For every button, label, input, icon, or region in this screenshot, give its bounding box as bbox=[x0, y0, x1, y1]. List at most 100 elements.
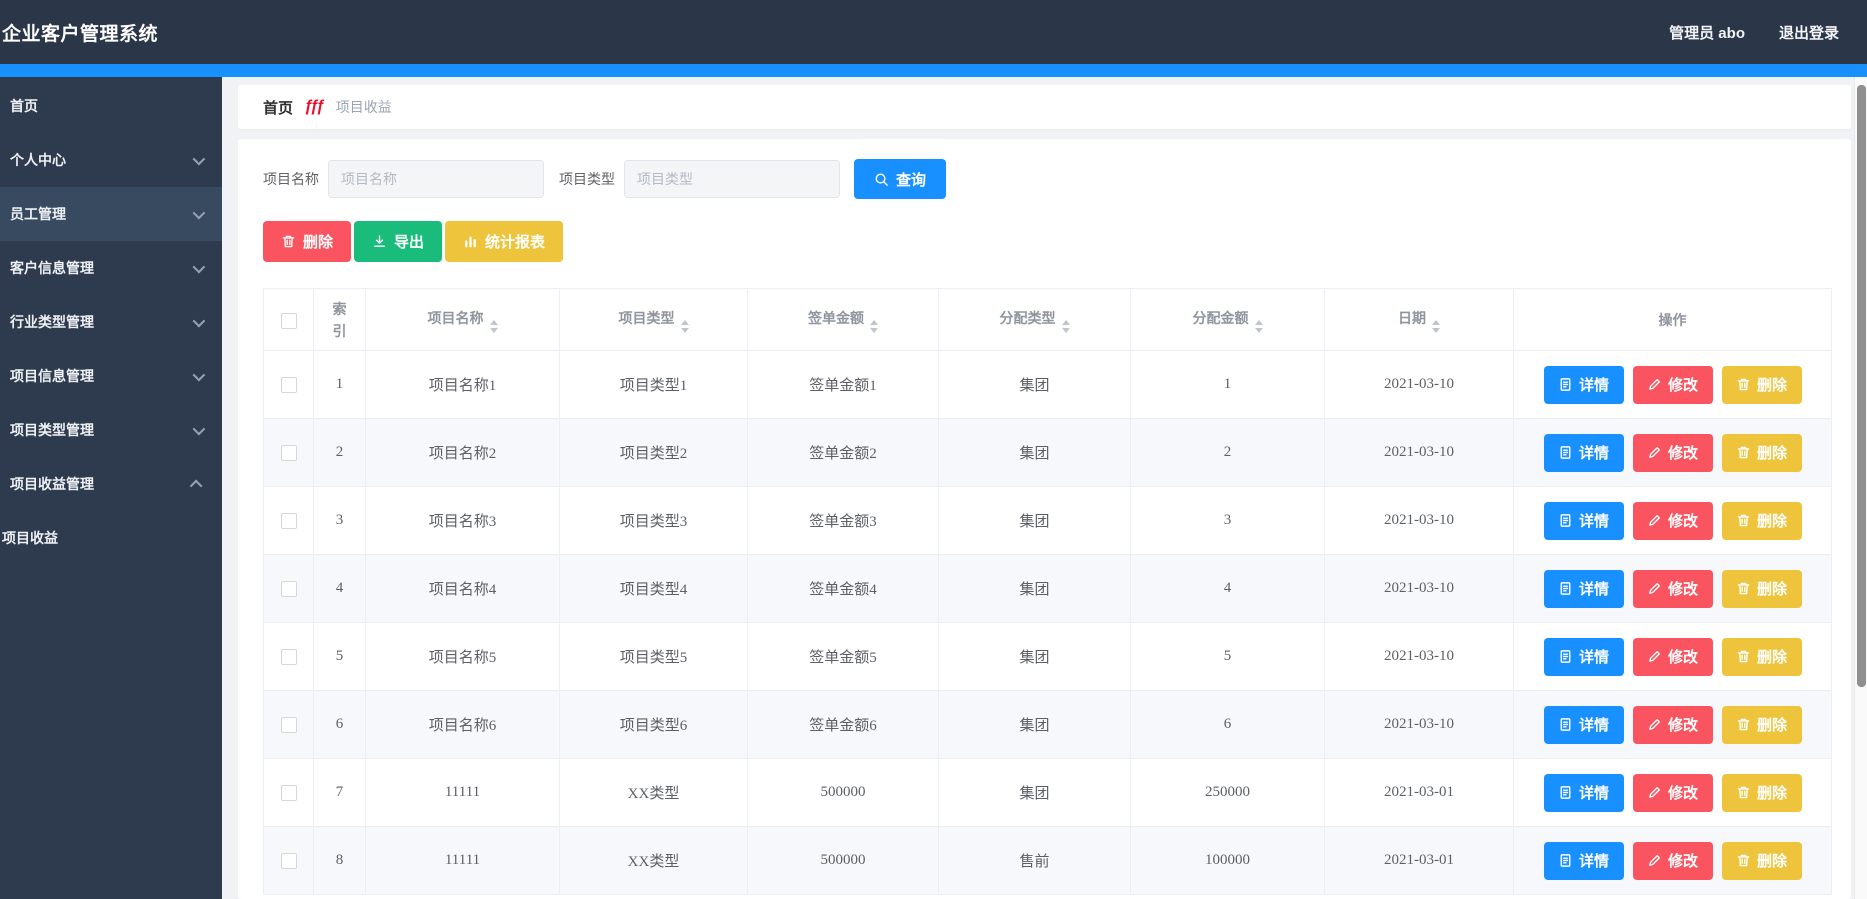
row-button-label: 删除 bbox=[1756, 581, 1787, 598]
row-button-label: 修改 bbox=[1667, 785, 1698, 802]
table-cell: XX类型 bbox=[559, 758, 748, 827]
row-button-label: 修改 bbox=[1667, 377, 1698, 394]
row-checkbox[interactable] bbox=[280, 784, 297, 801]
sort-icon[interactable] bbox=[1432, 319, 1440, 333]
chevron-down-icon bbox=[192, 368, 206, 381]
column-header[interactable]: 项目类型 bbox=[559, 288, 748, 351]
vertical-scrollbar[interactable] bbox=[1854, 77, 1867, 899]
row-checkbox[interactable] bbox=[280, 376, 297, 393]
export-toolbar-button[interactable]: 导出 bbox=[354, 221, 443, 262]
row-delete-button[interactable]: 删除 bbox=[1721, 705, 1802, 744]
row-detail-button[interactable]: 详情 bbox=[1543, 365, 1624, 404]
row-detail-button[interactable]: 详情 bbox=[1543, 841, 1624, 880]
column-header[interactable]: 分配金额 bbox=[1130, 288, 1325, 351]
user-name[interactable]: 管理员 abo bbox=[1669, 22, 1745, 43]
row-delete-button[interactable]: 删除 bbox=[1721, 365, 1802, 404]
row-detail-button[interactable]: 详情 bbox=[1543, 773, 1624, 812]
table-row: 3 项目名称3 项目类型3 签单金额3 集团 3 2021-03-10 详情 修改 删除 bbox=[263, 486, 1832, 555]
row-checkbox[interactable] bbox=[280, 716, 297, 733]
table-cell: 2021-03-01 bbox=[1324, 826, 1514, 895]
search-button[interactable]: 查询 bbox=[854, 159, 946, 199]
row-delete-button[interactable]: 删除 bbox=[1721, 773, 1802, 812]
row-actions-cell: 详情 修改 删除 bbox=[1513, 758, 1832, 827]
filter-form: 项目名称 项目类型 查询 bbox=[263, 159, 1826, 199]
breadcrumb-home-link[interactable]: 首页 bbox=[263, 97, 293, 118]
table-cell: 集团 bbox=[938, 622, 1131, 691]
row-delete-button[interactable]: 删除 bbox=[1721, 637, 1802, 676]
table-cell: 集团 bbox=[938, 554, 1131, 623]
project-type-input[interactable] bbox=[624, 160, 840, 198]
row-checkbox[interactable] bbox=[280, 512, 297, 529]
sort-icon[interactable] bbox=[680, 319, 689, 333]
pencil-icon bbox=[1647, 513, 1662, 528]
row-detail-button[interactable]: 详情 bbox=[1543, 705, 1624, 744]
logout-link[interactable]: 退出登录 bbox=[1779, 22, 1839, 43]
sidebar-item-employee-mgmt[interactable]: 员工管理 bbox=[0, 187, 222, 241]
table-cell: 项目名称4 bbox=[365, 554, 560, 623]
doc-icon bbox=[1558, 649, 1573, 664]
table-cell: 签单金额4 bbox=[747, 554, 939, 623]
row-detail-button[interactable]: 详情 bbox=[1543, 569, 1624, 608]
row-detail-button[interactable]: 详情 bbox=[1543, 637, 1624, 676]
row-edit-button[interactable]: 修改 bbox=[1632, 773, 1713, 812]
table-cell: 2 bbox=[1130, 418, 1325, 487]
row-detail-button[interactable]: 详情 bbox=[1543, 501, 1624, 540]
column-header[interactable]: 日期 bbox=[1324, 288, 1514, 351]
table-cell: 项目类型5 bbox=[559, 622, 748, 691]
row-edit-button[interactable]: 修改 bbox=[1632, 569, 1713, 608]
delete-toolbar-button[interactable]: 删除 bbox=[263, 221, 352, 262]
breadcrumb: 首页 ƒƒƒ 项目收益 bbox=[238, 85, 1851, 129]
sidebar-item-project-type-mgmt[interactable]: 项目类型管理 bbox=[0, 403, 222, 457]
table-cell: 项目名称3 bbox=[365, 486, 560, 555]
table-cell: 5 bbox=[313, 622, 366, 691]
column-header[interactable]: 项目名称 bbox=[365, 288, 560, 351]
report-toolbar-button[interactable]: 统计报表 bbox=[445, 221, 564, 262]
row-checkbox[interactable] bbox=[280, 852, 297, 869]
row-edit-button[interactable]: 修改 bbox=[1632, 501, 1713, 540]
row-edit-button[interactable]: 修改 bbox=[1632, 637, 1713, 676]
row-delete-button[interactable]: 删除 bbox=[1721, 569, 1802, 608]
scrollbar-thumb[interactable] bbox=[1857, 85, 1866, 687]
sort-icon[interactable] bbox=[489, 319, 498, 333]
column-header[interactable]: 签单金额 bbox=[747, 288, 939, 351]
row-detail-button[interactable]: 详情 bbox=[1543, 433, 1624, 472]
table-header-row: 索引 项目名称 项目类型 签单金额 分配类型 分配金额 日期 操作 bbox=[263, 288, 1832, 351]
sort-icon[interactable] bbox=[1254, 319, 1263, 333]
row-edit-button[interactable]: 修改 bbox=[1632, 365, 1713, 404]
doc-icon bbox=[1558, 785, 1573, 800]
chevron-down-icon bbox=[192, 314, 206, 327]
project-name-input[interactable] bbox=[328, 160, 544, 198]
row-select-cell bbox=[263, 350, 314, 419]
trash-icon bbox=[1736, 785, 1751, 800]
select-all-checkbox[interactable] bbox=[280, 312, 297, 329]
row-button-label: 详情 bbox=[1578, 377, 1609, 394]
table-cell: 2021-03-10 bbox=[1324, 554, 1514, 623]
sort-icon[interactable] bbox=[1061, 319, 1070, 333]
row-select-cell bbox=[263, 690, 314, 759]
header-right: 管理员 abo 退出登录 bbox=[1669, 22, 1839, 43]
table-cell: 8 bbox=[313, 826, 366, 895]
sidebar-item-project-info-mgmt[interactable]: 项目信息管理 bbox=[0, 349, 222, 403]
sort-icon[interactable] bbox=[870, 319, 878, 333]
sidebar-item-project-income[interactable]: 项目收益 bbox=[0, 511, 222, 565]
sidebar-item-customer-info-mgmt[interactable]: 客户信息管理 bbox=[0, 241, 222, 295]
table-cell: 项目类型6 bbox=[559, 690, 748, 759]
row-checkbox[interactable] bbox=[280, 580, 297, 597]
sidebar-item-home[interactable]: 首页 bbox=[0, 79, 222, 133]
row-edit-button[interactable]: 修改 bbox=[1632, 433, 1713, 472]
table-cell: 2021-03-01 bbox=[1324, 758, 1514, 827]
table-cell: 集团 bbox=[938, 418, 1131, 487]
row-edit-button[interactable]: 修改 bbox=[1632, 705, 1713, 744]
row-delete-button[interactable]: 删除 bbox=[1721, 841, 1802, 880]
column-header[interactable]: 分配类型 bbox=[938, 288, 1131, 351]
row-checkbox[interactable] bbox=[280, 648, 297, 665]
row-checkbox[interactable] bbox=[280, 444, 297, 461]
row-edit-button[interactable]: 修改 bbox=[1632, 841, 1713, 880]
doc-icon bbox=[1558, 377, 1573, 392]
row-delete-button[interactable]: 删除 bbox=[1721, 501, 1802, 540]
sidebar-item-project-income-mgmt[interactable]: 项目收益管理 bbox=[0, 457, 222, 511]
sidebar-item-industry-type-mgmt[interactable]: 行业类型管理 bbox=[0, 295, 222, 349]
table-cell: 集团 bbox=[938, 350, 1131, 419]
sidebar-item-personal-center[interactable]: 个人中心 bbox=[0, 133, 222, 187]
row-delete-button[interactable]: 删除 bbox=[1721, 433, 1802, 472]
